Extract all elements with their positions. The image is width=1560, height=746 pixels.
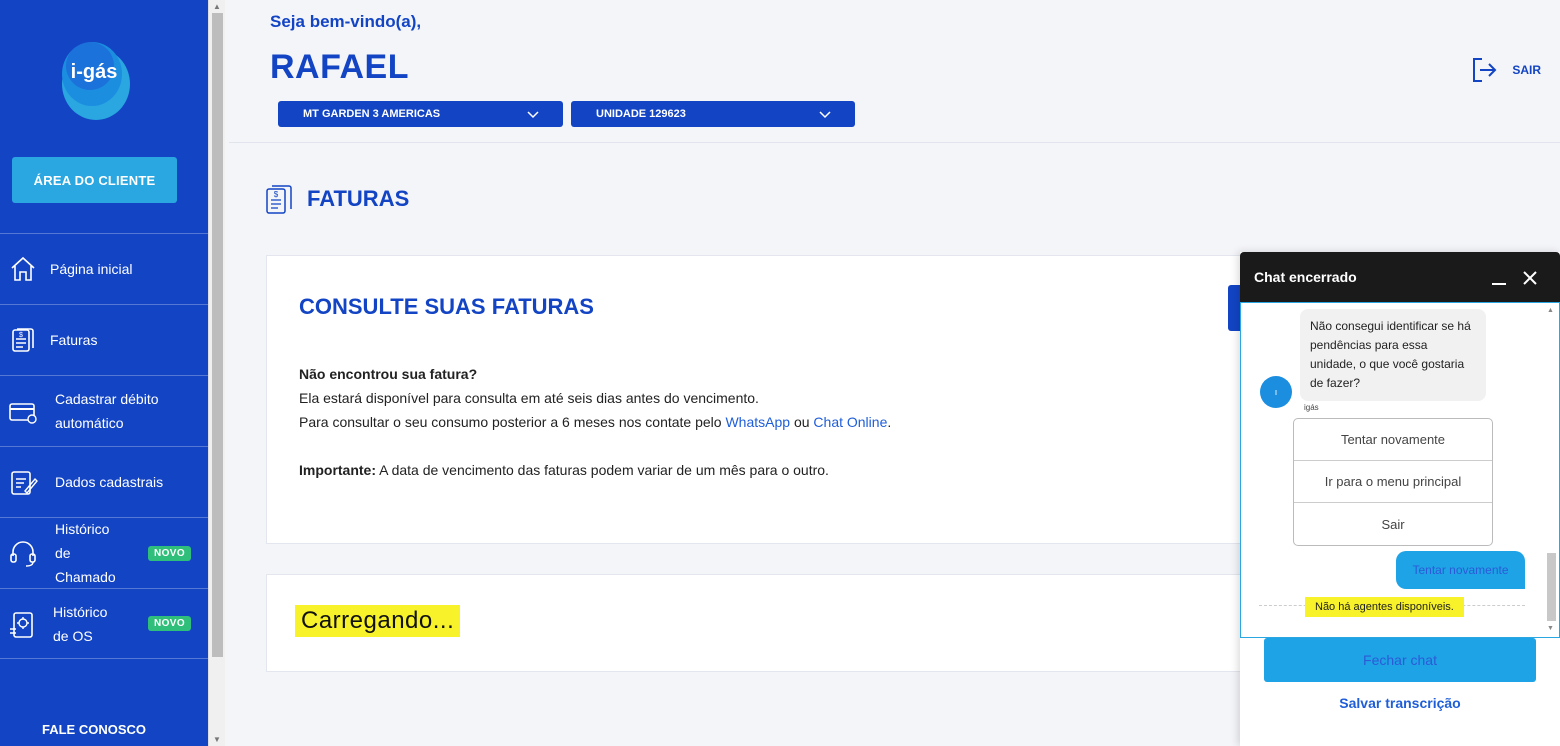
- sidebar-item-label: Cadastrar débito automático: [55, 391, 159, 431]
- important-label: Importante:: [299, 462, 376, 478]
- igas-logo[interactable]: i-gás: [56, 36, 132, 122]
- option-menu-principal[interactable]: Ir para o menu principal: [1294, 461, 1492, 503]
- whatsapp-link[interactable]: WhatsApp: [725, 414, 790, 430]
- card-title: CONSULTE SUAS FATURAS: [299, 294, 594, 319]
- chat-options: Tentar novamente Ir para o menu principa…: [1293, 418, 1493, 546]
- invoice-icon: $: [266, 185, 292, 214]
- sidebar-item-faturas[interactable]: $ Faturas: [0, 304, 208, 375]
- scroll-up-arrow-icon[interactable]: ▲: [1547, 307, 1554, 314]
- page-title: $ FATURAS: [265, 183, 409, 215]
- sidebar-item-historico-chamado[interactable]: Histórico de Chamado NOVO: [0, 517, 208, 588]
- service-order-icon: [10, 611, 33, 638]
- sidebar-item-dados-cadastrais[interactable]: Dados cadastrais: [0, 446, 208, 517]
- bot-name: igás: [1304, 403, 1319, 412]
- question-text: Não encontrou sua fatura?: [299, 366, 478, 382]
- scroll-down-arrow-icon[interactable]: ▼: [213, 735, 221, 744]
- sidebar-scrollbar[interactable]: ▲ ▼: [208, 0, 225, 746]
- user-name: RAFAEL: [270, 48, 409, 86]
- headset-icon: [10, 541, 36, 567]
- availability-text: Ela estará disponível para consulta em a…: [299, 390, 759, 406]
- consult-text: Para consultar o seu consumo posterior a…: [299, 414, 726, 430]
- condo-select[interactable]: MT GARDEN 3 AMERICAS: [278, 101, 563, 127]
- home-icon: [11, 256, 35, 281]
- chat-header: Chat encerrado: [1240, 252, 1560, 302]
- consult-text-end: .: [887, 414, 892, 430]
- scroll-down-arrow-icon[interactable]: ▼: [1547, 625, 1554, 632]
- sidebar-item-label: Histórico de Chamado: [55, 521, 116, 585]
- scrollbar-thumb[interactable]: [1547, 553, 1556, 621]
- chat-messages[interactable]: Não consegui identificar se há pendência…: [1240, 302, 1560, 638]
- chat-online-link[interactable]: Chat Online: [813, 414, 887, 430]
- page-title-text: FATURAS: [307, 186, 410, 211]
- fale-conosco-link[interactable]: FALE CONOSCO: [0, 722, 188, 737]
- chevron-down-icon: [527, 111, 539, 119]
- sidebar-item-historico-os[interactable]: Histórico de OS NOVO: [0, 588, 208, 659]
- logout-icon: [1473, 58, 1497, 82]
- sidebar-item-label: Faturas: [50, 332, 98, 348]
- consult-text-mid: ou: [790, 414, 814, 430]
- welcome-text: Seja bem-vindo(a),: [270, 12, 422, 31]
- sidebar-nav: Página inicial $ Faturas Cadastrar débit…: [0, 233, 208, 659]
- chat-window: Chat encerrado Não consegui identificar …: [1240, 252, 1560, 746]
- loading-text: Carregando...: [295, 605, 461, 637]
- minimize-icon[interactable]: [1490, 269, 1508, 287]
- sidebar-item-label: Histórico de OS: [53, 603, 108, 644]
- svg-text:$: $: [274, 190, 279, 199]
- header: Seja bem-vindo(a), RAFAEL MT GARDEN 3 AM…: [229, 0, 1560, 143]
- logout-button[interactable]: SAIR: [1470, 56, 1541, 84]
- chat-title: Chat encerrado: [1254, 269, 1357, 285]
- card-body: Não encontrou sua fatura? Ela estará dis…: [299, 362, 1199, 482]
- unit-select-value: UNIDADE 129623: [596, 108, 686, 120]
- bot-message: Não consegui identificar se há pendência…: [1300, 309, 1486, 401]
- bot-avatar: ı: [1260, 376, 1292, 408]
- close-icon[interactable]: [1521, 269, 1539, 287]
- sidebar-item-cadastrar-debito[interactable]: Cadastrar débito automático: [0, 375, 208, 446]
- option-tentar-novamente[interactable]: Tentar novamente: [1294, 419, 1492, 461]
- unit-select[interactable]: UNIDADE 129623: [571, 101, 855, 127]
- chevron-down-icon: [819, 111, 831, 119]
- svg-text:i-gás: i-gás: [71, 61, 118, 83]
- scrollbar-thumb[interactable]: [212, 13, 223, 657]
- scroll-up-arrow-icon[interactable]: ▲: [213, 2, 221, 11]
- sidebar: i-gás ÁREA DO CLIENTE Página inicial $ F…: [0, 0, 208, 746]
- sidebar-item-label: Dados cadastrais: [55, 474, 164, 490]
- user-message: Tentar novamente: [1396, 551, 1525, 589]
- logout-label: SAIR: [1512, 63, 1541, 77]
- sidebar-item-label: Página inicial: [50, 261, 133, 277]
- credit-card-icon: [9, 403, 37, 424]
- area-cliente-button[interactable]: ÁREA DO CLIENTE: [12, 157, 177, 203]
- option-sair[interactable]: Sair: [1294, 503, 1492, 545]
- clipboard-edit-icon: [11, 471, 38, 495]
- save-transcript-link[interactable]: Salvar transcrição: [1240, 695, 1560, 711]
- new-badge: NOVO: [148, 545, 192, 561]
- chat-scrollbar[interactable]: ▲ ▼: [1544, 305, 1558, 635]
- condo-select-value: MT GARDEN 3 AMERICAS: [303, 108, 441, 120]
- sidebar-item-pagina-inicial[interactable]: Página inicial: [0, 233, 208, 304]
- close-chat-button[interactable]: Fechar chat: [1264, 638, 1536, 682]
- invoice-icon: $: [12, 328, 34, 352]
- new-badge: NOVO: [148, 616, 192, 631]
- important-text: A data de vencimento das faturas podem v…: [376, 462, 829, 478]
- svg-text:$: $: [19, 332, 23, 339]
- system-message: Não há agentes disponíveis.: [1305, 597, 1464, 617]
